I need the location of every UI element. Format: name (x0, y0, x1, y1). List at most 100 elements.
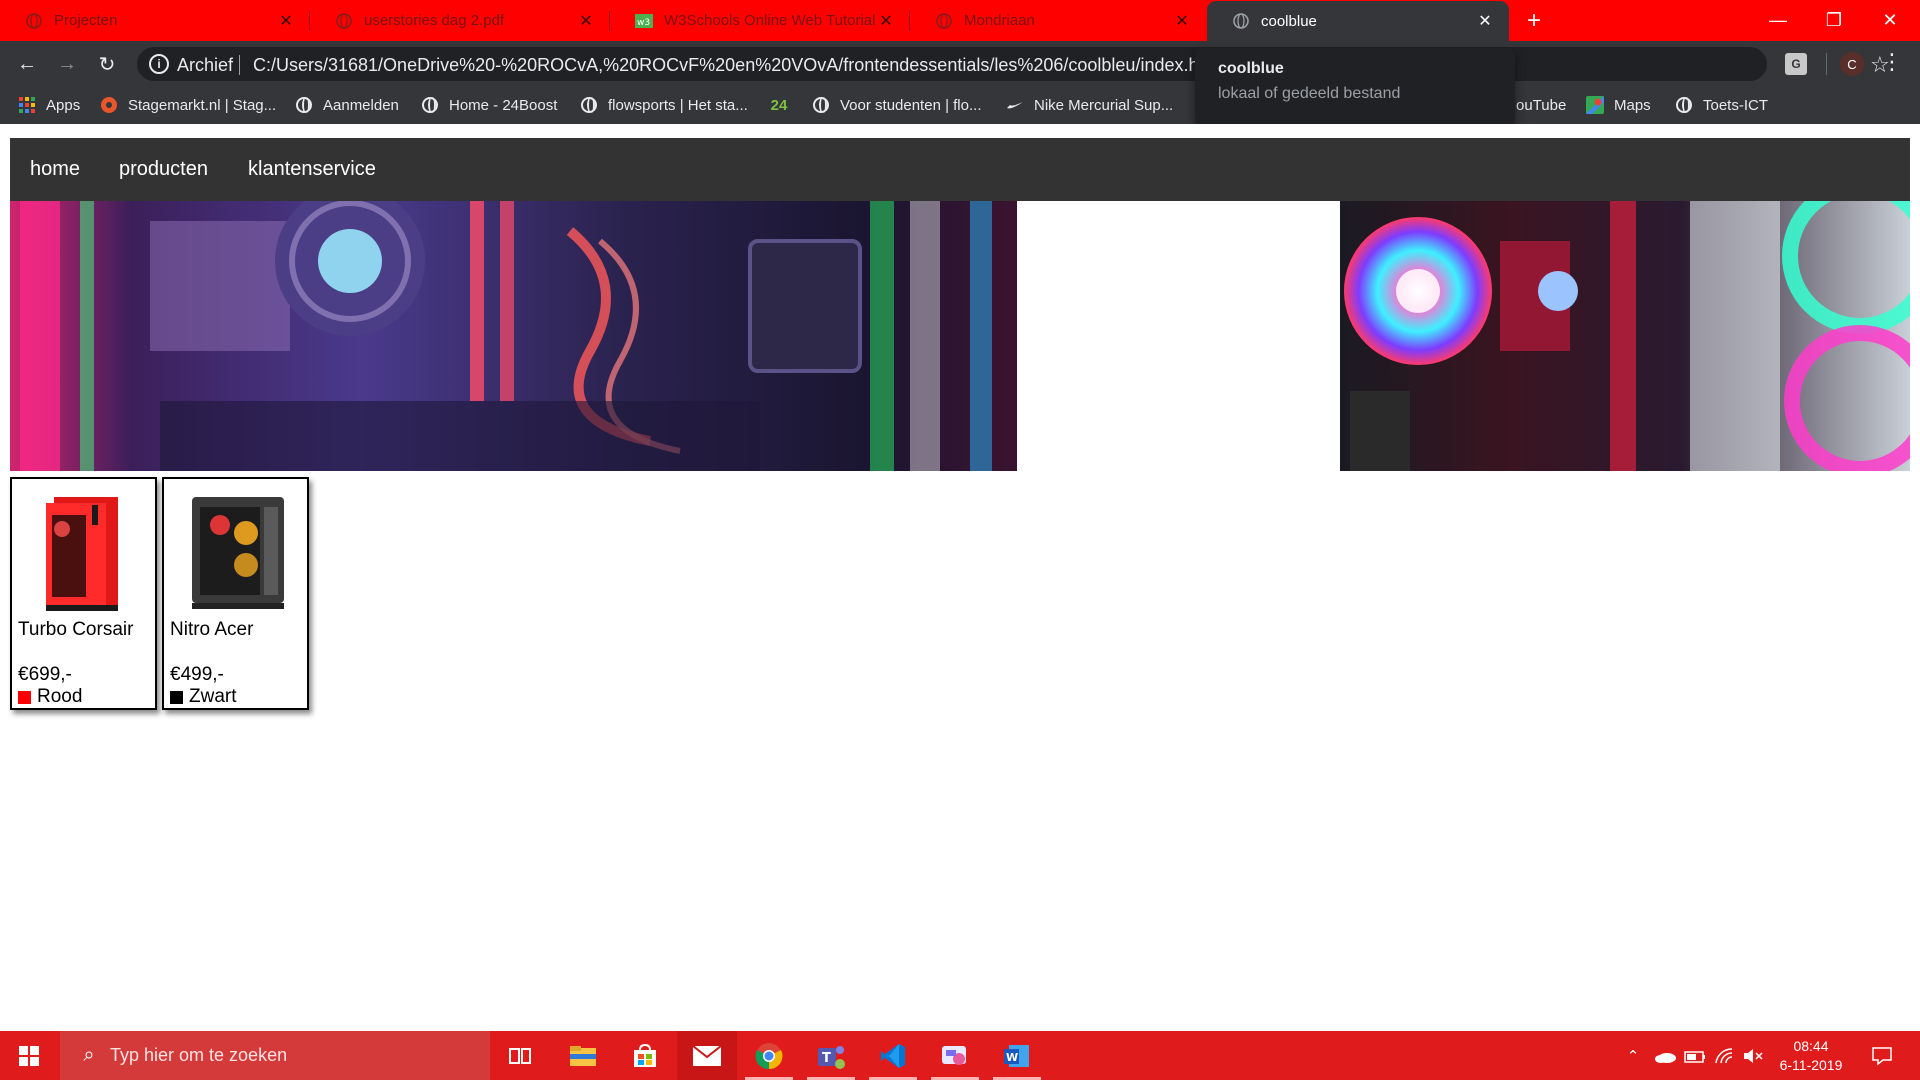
address-bar[interactable]: i Archief C:/Users/31681/OneDrive%20-%20… (137, 47, 1890, 81)
hero-banner-image (10, 201, 1910, 471)
w3schools-icon: w3 (634, 11, 654, 31)
site-info-label: Archief (177, 55, 234, 75)
extension-icon[interactable]: G (1785, 53, 1807, 75)
minimize-button[interactable]: — (1750, 0, 1806, 41)
close-icon[interactable]: ✕ (576, 11, 596, 31)
volume-muted-icon[interactable] (1740, 1031, 1766, 1080)
site-navbar: home producten klantenservice (10, 138, 1910, 201)
task-view-icon[interactable] (490, 1031, 550, 1080)
maps-icon (1586, 96, 1604, 114)
tab-title: coolblue (1261, 12, 1317, 30)
notifications-icon[interactable] (1862, 1031, 1902, 1080)
file-explorer-icon[interactable] (553, 1031, 613, 1080)
info-icon[interactable]: i (149, 54, 169, 74)
nav-link-home[interactable]: home (30, 158, 80, 181)
url-text[interactable]: C:/Users/31681/OneDrive%20-%20ROCvA,%20R… (253, 55, 1233, 76)
globe-icon (1675, 96, 1693, 114)
system-clock[interactable]: 08:44 6-11-2019 (1765, 1037, 1857, 1075)
color-swatch (18, 690, 31, 704)
bookmark-apps[interactable]: Apps (18, 95, 80, 115)
close-window-button[interactable]: ✕ (1862, 0, 1918, 41)
nav-link-klantenservice[interactable]: klantenservice (248, 158, 376, 181)
browser-toolbar: ← → ↻ i Archief C:/Users/31681/OneDrive%… (0, 41, 1920, 87)
tab-title: Mondriaan (964, 12, 1035, 29)
globe-icon (295, 96, 313, 114)
color-swatch (170, 690, 183, 704)
tab-userstories[interactable]: userstories dag 2.pdf ✕ (310, 0, 610, 41)
snip-icon[interactable] (925, 1031, 985, 1080)
globe-icon (580, 96, 598, 114)
nav-link-producten[interactable]: producten (119, 158, 208, 181)
product-color: Zwart (170, 686, 237, 708)
apps-grid-icon (18, 96, 36, 114)
tab-coolblue[interactable]: coolblue ✕ (1207, 1, 1509, 41)
start-button[interactable] (0, 1031, 58, 1080)
chevron-up-icon[interactable]: ⌃ (1620, 1031, 1646, 1080)
bookmark-stagemarkt[interactable]: Stagemarkt.nl | Stag... (100, 95, 276, 115)
new-tab-button[interactable]: + (1521, 7, 1547, 34)
battery-icon[interactable] (1682, 1031, 1708, 1080)
product-price: €499,- (170, 664, 224, 685)
globe-icon (934, 11, 954, 31)
wifi-icon[interactable] (1712, 1031, 1738, 1080)
profile-avatar[interactable]: C (1840, 52, 1864, 76)
back-icon[interactable]: ← (14, 51, 40, 77)
bookmark-aanmelden[interactable]: Aanmelden (295, 95, 399, 115)
product-card[interactable]: Nitro Acer €499,- Zwart (162, 477, 309, 710)
product-image (24, 485, 144, 615)
tab-hover-tooltip: coolblue lokaal of gedeeld bestand (1195, 48, 1515, 126)
close-icon[interactable]: ✕ (1475, 11, 1495, 31)
tooltip-title: coolblue (1218, 60, 1284, 77)
restore-button[interactable]: ❐ (1806, 0, 1862, 41)
taskbar-search-box[interactable]: ⌕ Typ hier om te zoeken (60, 1031, 490, 1080)
chrome-icon[interactable] (739, 1031, 799, 1080)
bookmark-youtube[interactable]: ouTube (1516, 95, 1566, 115)
reload-icon[interactable]: ↻ (94, 51, 120, 77)
onedrive-icon[interactable] (1652, 1031, 1678, 1080)
bookmark-toets-ict[interactable]: Toets-ICT (1675, 95, 1768, 115)
close-icon[interactable]: ✕ (1172, 11, 1192, 31)
close-icon[interactable]: ✕ (876, 11, 896, 31)
svg-text:T: T (822, 1051, 831, 1066)
product-color: Rood (18, 686, 82, 708)
bookmark-nike[interactable]: Nike Mercurial Sup... (1006, 95, 1173, 115)
product-name: Turbo Corsair (18, 619, 134, 640)
svg-text:w3: w3 (637, 18, 650, 28)
tab-strip: Projecten ✕ userstories dag 2.pdf ✕ w3 W… (0, 0, 1920, 41)
product-card[interactable]: Turbo Corsair €699,- Rood (10, 477, 157, 710)
forward-icon[interactable]: → (54, 51, 80, 77)
globe-icon (812, 96, 830, 114)
windows-logo-icon (19, 1045, 39, 1066)
close-icon[interactable]: ✕ (276, 11, 296, 31)
teams-icon[interactable]: T (801, 1031, 861, 1080)
word-icon[interactable]: W (987, 1031, 1047, 1080)
bookmark-24[interactable]: 24 (770, 95, 798, 115)
bookmark-voor-studenten[interactable]: Voor studenten | flo... (812, 95, 982, 115)
tooltip-subtitle: lokaal of gedeeld bestand (1218, 85, 1401, 102)
globe-icon (421, 96, 439, 114)
windows-taskbar: ⌕ Typ hier om te zoeken T W ⌃ 08:44 6-11… (0, 1031, 1920, 1080)
globe-icon (24, 11, 44, 31)
tab-title: userstories dag 2.pdf (364, 12, 505, 29)
tab-mondriaan[interactable]: Mondriaan ✕ (910, 0, 1206, 41)
tab-projecten[interactable]: Projecten ✕ (0, 0, 310, 41)
bookmarks-bar: Apps Stagemarkt.nl | Stag... Aanmelden H… (0, 87, 1920, 124)
store-icon[interactable] (615, 1031, 675, 1080)
globe-icon (334, 11, 354, 31)
bookmark-maps[interactable]: Maps (1586, 95, 1651, 115)
vscode-icon[interactable] (863, 1031, 923, 1080)
svg-text:W: W (1006, 1051, 1018, 1064)
tab-w3schools[interactable]: w3 W3Schools Online Web Tutorials ✕ (610, 0, 910, 41)
bookmark-flowsports[interactable]: flowsports | Het sta... (580, 95, 748, 115)
24-icon: 24 (770, 96, 788, 114)
stagemarkt-icon (100, 96, 118, 114)
menu-icon[interactable]: ⋮ (1881, 49, 1903, 75)
tab-title: W3Schools Online Web Tutorials (664, 12, 876, 29)
search-placeholder: Typ hier om te zoeken (110, 1045, 288, 1065)
mail-icon[interactable] (677, 1031, 737, 1080)
product-name: Nitro Acer (170, 619, 254, 640)
product-image (176, 485, 296, 615)
nike-icon (1006, 96, 1024, 114)
clock-time: 08:44 (1793, 1038, 1829, 1054)
bookmark-24boost[interactable]: Home - 24Boost (421, 95, 557, 115)
